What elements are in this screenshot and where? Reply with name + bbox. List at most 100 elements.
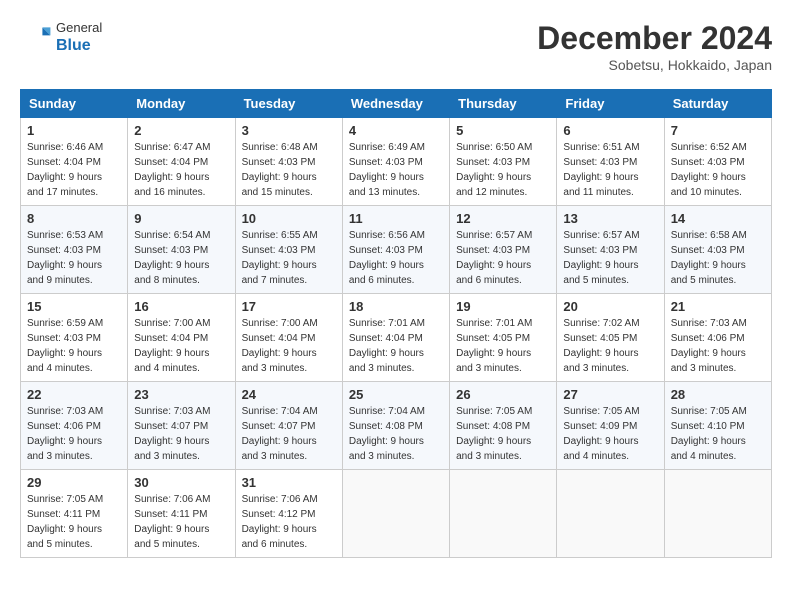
sunrise-label: Sunrise: 6:54 AM bbox=[134, 230, 210, 241]
day-info: Sunrise: 7:03 AM Sunset: 4:07 PM Dayligh… bbox=[134, 404, 228, 464]
calendar-cell: 12 Sunrise: 6:57 AM Sunset: 4:03 PM Dayl… bbox=[450, 206, 557, 294]
calendar-header: Sunday Monday Tuesday Wednesday Thursday… bbox=[21, 90, 772, 118]
week-row-1: 1 Sunrise: 6:46 AM Sunset: 4:04 PM Dayli… bbox=[21, 118, 772, 206]
sunrise-label: Sunrise: 6:53 AM bbox=[27, 230, 103, 241]
sunrise-label: Sunrise: 7:00 AM bbox=[242, 318, 318, 329]
day-info: Sunrise: 7:00 AM Sunset: 4:04 PM Dayligh… bbox=[134, 316, 228, 376]
week-row-3: 15 Sunrise: 6:59 AM Sunset: 4:03 PM Dayl… bbox=[21, 294, 772, 382]
sunrise-label: Sunrise: 7:03 AM bbox=[27, 406, 103, 417]
sunrise-label: Sunrise: 6:59 AM bbox=[27, 318, 103, 329]
calendar-cell: 6 Sunrise: 6:51 AM Sunset: 4:03 PM Dayli… bbox=[557, 118, 664, 206]
sunset-label: Sunset: 4:11 PM bbox=[134, 509, 207, 520]
sunset-label: Sunset: 4:04 PM bbox=[134, 157, 208, 168]
daylight-label: Daylight: 9 hours and 5 minutes. bbox=[27, 524, 102, 550]
sunrise-label: Sunrise: 6:47 AM bbox=[134, 142, 210, 153]
day-number: 31 bbox=[242, 475, 336, 490]
sunset-label: Sunset: 4:03 PM bbox=[671, 157, 745, 168]
day-number: 4 bbox=[349, 123, 443, 138]
sunset-label: Sunset: 4:05 PM bbox=[563, 333, 637, 344]
sunrise-label: Sunrise: 7:00 AM bbox=[134, 318, 210, 329]
page-header: General Blue December 2024 Sobetsu, Hokk… bbox=[20, 20, 772, 73]
daylight-label: Daylight: 9 hours and 3 minutes. bbox=[349, 436, 424, 462]
sunset-label: Sunset: 4:07 PM bbox=[242, 421, 316, 432]
day-info: Sunrise: 6:55 AM Sunset: 4:03 PM Dayligh… bbox=[242, 228, 336, 288]
sunrise-label: Sunrise: 7:03 AM bbox=[671, 318, 747, 329]
daylight-label: Daylight: 9 hours and 10 minutes. bbox=[671, 172, 746, 198]
sunrise-label: Sunrise: 6:56 AM bbox=[349, 230, 425, 241]
daylight-label: Daylight: 9 hours and 3 minutes. bbox=[242, 436, 317, 462]
day-info: Sunrise: 7:03 AM Sunset: 4:06 PM Dayligh… bbox=[671, 316, 765, 376]
daylight-label: Daylight: 9 hours and 6 minutes. bbox=[242, 524, 317, 550]
week-row-5: 29 Sunrise: 7:05 AM Sunset: 4:11 PM Dayl… bbox=[21, 470, 772, 558]
day-info: Sunrise: 6:53 AM Sunset: 4:03 PM Dayligh… bbox=[27, 228, 121, 288]
calendar-cell: 7 Sunrise: 6:52 AM Sunset: 4:03 PM Dayli… bbox=[664, 118, 771, 206]
day-number: 5 bbox=[456, 123, 550, 138]
calendar-cell: 13 Sunrise: 6:57 AM Sunset: 4:03 PM Dayl… bbox=[557, 206, 664, 294]
day-info: Sunrise: 7:05 AM Sunset: 4:09 PM Dayligh… bbox=[563, 404, 657, 464]
sunset-label: Sunset: 4:03 PM bbox=[671, 245, 745, 256]
daylight-label: Daylight: 9 hours and 17 minutes. bbox=[27, 172, 102, 198]
header-saturday: Saturday bbox=[664, 90, 771, 118]
day-info: Sunrise: 6:54 AM Sunset: 4:03 PM Dayligh… bbox=[134, 228, 228, 288]
sunrise-label: Sunrise: 6:50 AM bbox=[456, 142, 532, 153]
calendar-cell: 28 Sunrise: 7:05 AM Sunset: 4:10 PM Dayl… bbox=[664, 382, 771, 470]
day-info: Sunrise: 6:46 AM Sunset: 4:04 PM Dayligh… bbox=[27, 140, 121, 200]
day-number: 2 bbox=[134, 123, 228, 138]
location: Sobetsu, Hokkaido, Japan bbox=[537, 57, 772, 73]
day-number: 1 bbox=[27, 123, 121, 138]
sunset-label: Sunset: 4:03 PM bbox=[563, 245, 637, 256]
sunrise-label: Sunrise: 6:51 AM bbox=[563, 142, 639, 153]
calendar-cell: 21 Sunrise: 7:03 AM Sunset: 4:06 PM Dayl… bbox=[664, 294, 771, 382]
daylight-label: Daylight: 9 hours and 11 minutes. bbox=[563, 172, 638, 198]
day-number: 29 bbox=[27, 475, 121, 490]
sunset-label: Sunset: 4:12 PM bbox=[242, 509, 316, 520]
day-number: 25 bbox=[349, 387, 443, 402]
sunset-label: Sunset: 4:03 PM bbox=[242, 245, 316, 256]
day-number: 30 bbox=[134, 475, 228, 490]
day-info: Sunrise: 7:05 AM Sunset: 4:10 PM Dayligh… bbox=[671, 404, 765, 464]
logo-blue: Blue bbox=[56, 36, 102, 55]
day-number: 22 bbox=[27, 387, 121, 402]
daylight-label: Daylight: 9 hours and 16 minutes. bbox=[134, 172, 209, 198]
day-number: 23 bbox=[134, 387, 228, 402]
day-info: Sunrise: 6:58 AM Sunset: 4:03 PM Dayligh… bbox=[671, 228, 765, 288]
sunrise-label: Sunrise: 6:49 AM bbox=[349, 142, 425, 153]
weekday-header-row: Sunday Monday Tuesday Wednesday Thursday… bbox=[21, 90, 772, 118]
header-monday: Monday bbox=[128, 90, 235, 118]
sunset-label: Sunset: 4:10 PM bbox=[671, 421, 745, 432]
calendar-table: Sunday Monday Tuesday Wednesday Thursday… bbox=[20, 89, 772, 558]
calendar-cell: 23 Sunrise: 7:03 AM Sunset: 4:07 PM Dayl… bbox=[128, 382, 235, 470]
day-number: 19 bbox=[456, 299, 550, 314]
day-info: Sunrise: 6:51 AM Sunset: 4:03 PM Dayligh… bbox=[563, 140, 657, 200]
calendar-cell: 22 Sunrise: 7:03 AM Sunset: 4:06 PM Dayl… bbox=[21, 382, 128, 470]
sunrise-label: Sunrise: 7:01 AM bbox=[349, 318, 425, 329]
day-number: 17 bbox=[242, 299, 336, 314]
week-row-4: 22 Sunrise: 7:03 AM Sunset: 4:06 PM Dayl… bbox=[21, 382, 772, 470]
day-number: 9 bbox=[134, 211, 228, 226]
daylight-label: Daylight: 9 hours and 3 minutes. bbox=[671, 348, 746, 374]
calendar-cell: 2 Sunrise: 6:47 AM Sunset: 4:04 PM Dayli… bbox=[128, 118, 235, 206]
day-info: Sunrise: 7:06 AM Sunset: 4:11 PM Dayligh… bbox=[134, 492, 228, 552]
day-info: Sunrise: 7:06 AM Sunset: 4:12 PM Dayligh… bbox=[242, 492, 336, 552]
calendar-cell: 19 Sunrise: 7:01 AM Sunset: 4:05 PM Dayl… bbox=[450, 294, 557, 382]
calendar-cell: 29 Sunrise: 7:05 AM Sunset: 4:11 PM Dayl… bbox=[21, 470, 128, 558]
sunset-label: Sunset: 4:09 PM bbox=[563, 421, 637, 432]
sunrise-label: Sunrise: 6:46 AM bbox=[27, 142, 103, 153]
day-number: 8 bbox=[27, 211, 121, 226]
daylight-label: Daylight: 9 hours and 3 minutes. bbox=[134, 436, 209, 462]
daylight-label: Daylight: 9 hours and 6 minutes. bbox=[456, 260, 531, 286]
calendar-cell: 9 Sunrise: 6:54 AM Sunset: 4:03 PM Dayli… bbox=[128, 206, 235, 294]
logo-icon bbox=[20, 21, 52, 53]
calendar-cell: 11 Sunrise: 6:56 AM Sunset: 4:03 PM Dayl… bbox=[342, 206, 449, 294]
sunset-label: Sunset: 4:06 PM bbox=[671, 333, 745, 344]
sunset-label: Sunset: 4:11 PM bbox=[27, 509, 100, 520]
sunrise-label: Sunrise: 7:05 AM bbox=[671, 406, 747, 417]
daylight-label: Daylight: 9 hours and 12 minutes. bbox=[456, 172, 531, 198]
calendar-cell: 20 Sunrise: 7:02 AM Sunset: 4:05 PM Dayl… bbox=[557, 294, 664, 382]
day-number: 21 bbox=[671, 299, 765, 314]
calendar-cell: 24 Sunrise: 7:04 AM Sunset: 4:07 PM Dayl… bbox=[235, 382, 342, 470]
daylight-label: Daylight: 9 hours and 3 minutes. bbox=[349, 348, 424, 374]
daylight-label: Daylight: 9 hours and 5 minutes. bbox=[671, 260, 746, 286]
day-info: Sunrise: 7:04 AM Sunset: 4:07 PM Dayligh… bbox=[242, 404, 336, 464]
day-number: 6 bbox=[563, 123, 657, 138]
